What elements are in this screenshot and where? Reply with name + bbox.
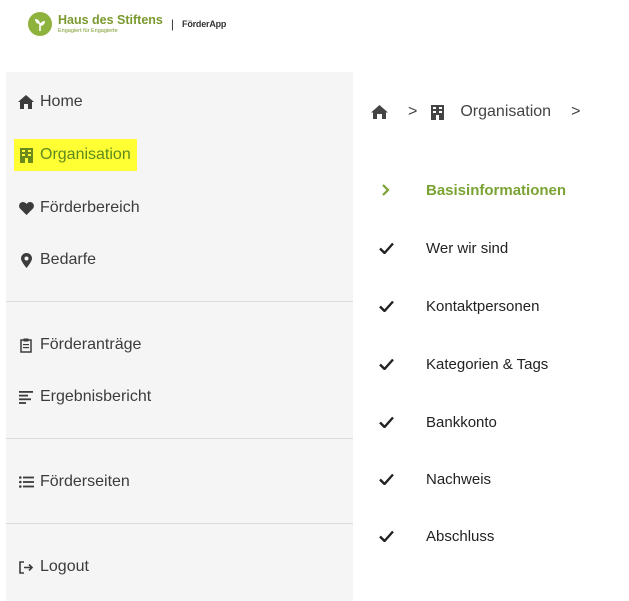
breadcrumb: > Organisation > (371, 102, 594, 122)
check-icon (378, 240, 394, 256)
brand-tagline: Engagiert für Engagierte (58, 27, 118, 34)
list-icon (18, 474, 34, 490)
building-icon (431, 104, 445, 120)
step-label: Wer wir sind (426, 239, 509, 257)
step-basisinformationen[interactable]: Basisinformationen (378, 180, 566, 200)
sidebar-divider (6, 523, 353, 524)
map-marker-icon (18, 252, 34, 268)
sidebar-item-label: Bedarfe (40, 251, 97, 268)
sidebar: Home Organisation Förderbereich Bedarfe … (6, 72, 353, 601)
brand-separator: | (170, 17, 175, 31)
step-abschluss[interactable]: Abschluss (378, 526, 494, 546)
app-name: FörderApp (182, 19, 227, 29)
breadcrumb-current[interactable]: Organisation (460, 103, 551, 121)
heart-icon (18, 200, 34, 216)
breadcrumb-separator: > (571, 103, 581, 120)
sidebar-divider (6, 301, 353, 302)
step-label: Basisinformationen (426, 181, 567, 199)
check-icon (378, 298, 394, 314)
sidebar-item-foerderbereich[interactable]: Förderbereich (18, 195, 140, 221)
logout-icon (18, 559, 34, 575)
check-icon (378, 528, 394, 544)
sidebar-item-label: Logout (40, 558, 89, 575)
sidebar-item-label: Home (40, 93, 83, 110)
home-icon (18, 94, 34, 110)
clipboard-icon (18, 337, 34, 353)
building-icon (18, 147, 34, 163)
step-wer-wir-sind[interactable]: Wer wir sind (378, 238, 508, 258)
check-icon (378, 414, 394, 430)
sidebar-item-logout[interactable]: Logout (18, 554, 89, 580)
step-label: Bankkonto (426, 413, 497, 431)
step-label: Nachweis (426, 470, 492, 488)
step-label: Abschluss (426, 527, 495, 545)
sidebar-item-label: Förderbereich (40, 199, 140, 216)
sidebar-item-label: Ergebnisbericht (40, 388, 152, 405)
sidebar-item-home[interactable]: Home (18, 89, 83, 115)
check-icon (378, 471, 394, 487)
brand-logo[interactable]: Haus des Stiftens Engagiert für Engagier… (28, 12, 226, 36)
step-label: Kontaktpersonen (426, 297, 540, 315)
sidebar-item-label: Organisation (40, 146, 131, 163)
check-icon (378, 356, 394, 372)
sidebar-item-ergebnisbericht[interactable]: Ergebnisbericht (18, 384, 151, 410)
home-icon[interactable] (371, 105, 388, 119)
sidebar-divider (6, 438, 353, 439)
sidebar-item-label: Förderseiten (40, 473, 130, 490)
step-kategorien-tags[interactable]: Kategorien & Tags (378, 354, 548, 374)
step-label: Kategorien & Tags (426, 355, 549, 373)
breadcrumb-separator: > (408, 103, 418, 120)
sidebar-item-organisation[interactable]: Organisation (14, 139, 137, 171)
chevron-right-icon (378, 182, 394, 198)
step-bankkonto[interactable]: Bankkonto (378, 412, 497, 432)
sidebar-item-label: Förderanträge (40, 336, 142, 353)
app-header: Haus des Stiftens Engagiert für Engagier… (0, 0, 629, 70)
step-nachweis[interactable]: Nachweis (378, 469, 491, 489)
sidebar-item-foerderseiten[interactable]: Förderseiten (18, 469, 130, 495)
sidebar-item-bedarfe[interactable]: Bedarfe (18, 247, 96, 273)
align-left-icon (18, 389, 34, 405)
brand-name: Haus des Stiftens (58, 13, 163, 27)
tree-logo-icon (28, 12, 52, 36)
main-content: > Organisation > Basisinformationen Wer … (353, 72, 629, 601)
sidebar-item-foerderantraege[interactable]: Förderanträge (18, 332, 141, 358)
step-kontaktpersonen[interactable]: Kontaktpersonen (378, 296, 539, 316)
